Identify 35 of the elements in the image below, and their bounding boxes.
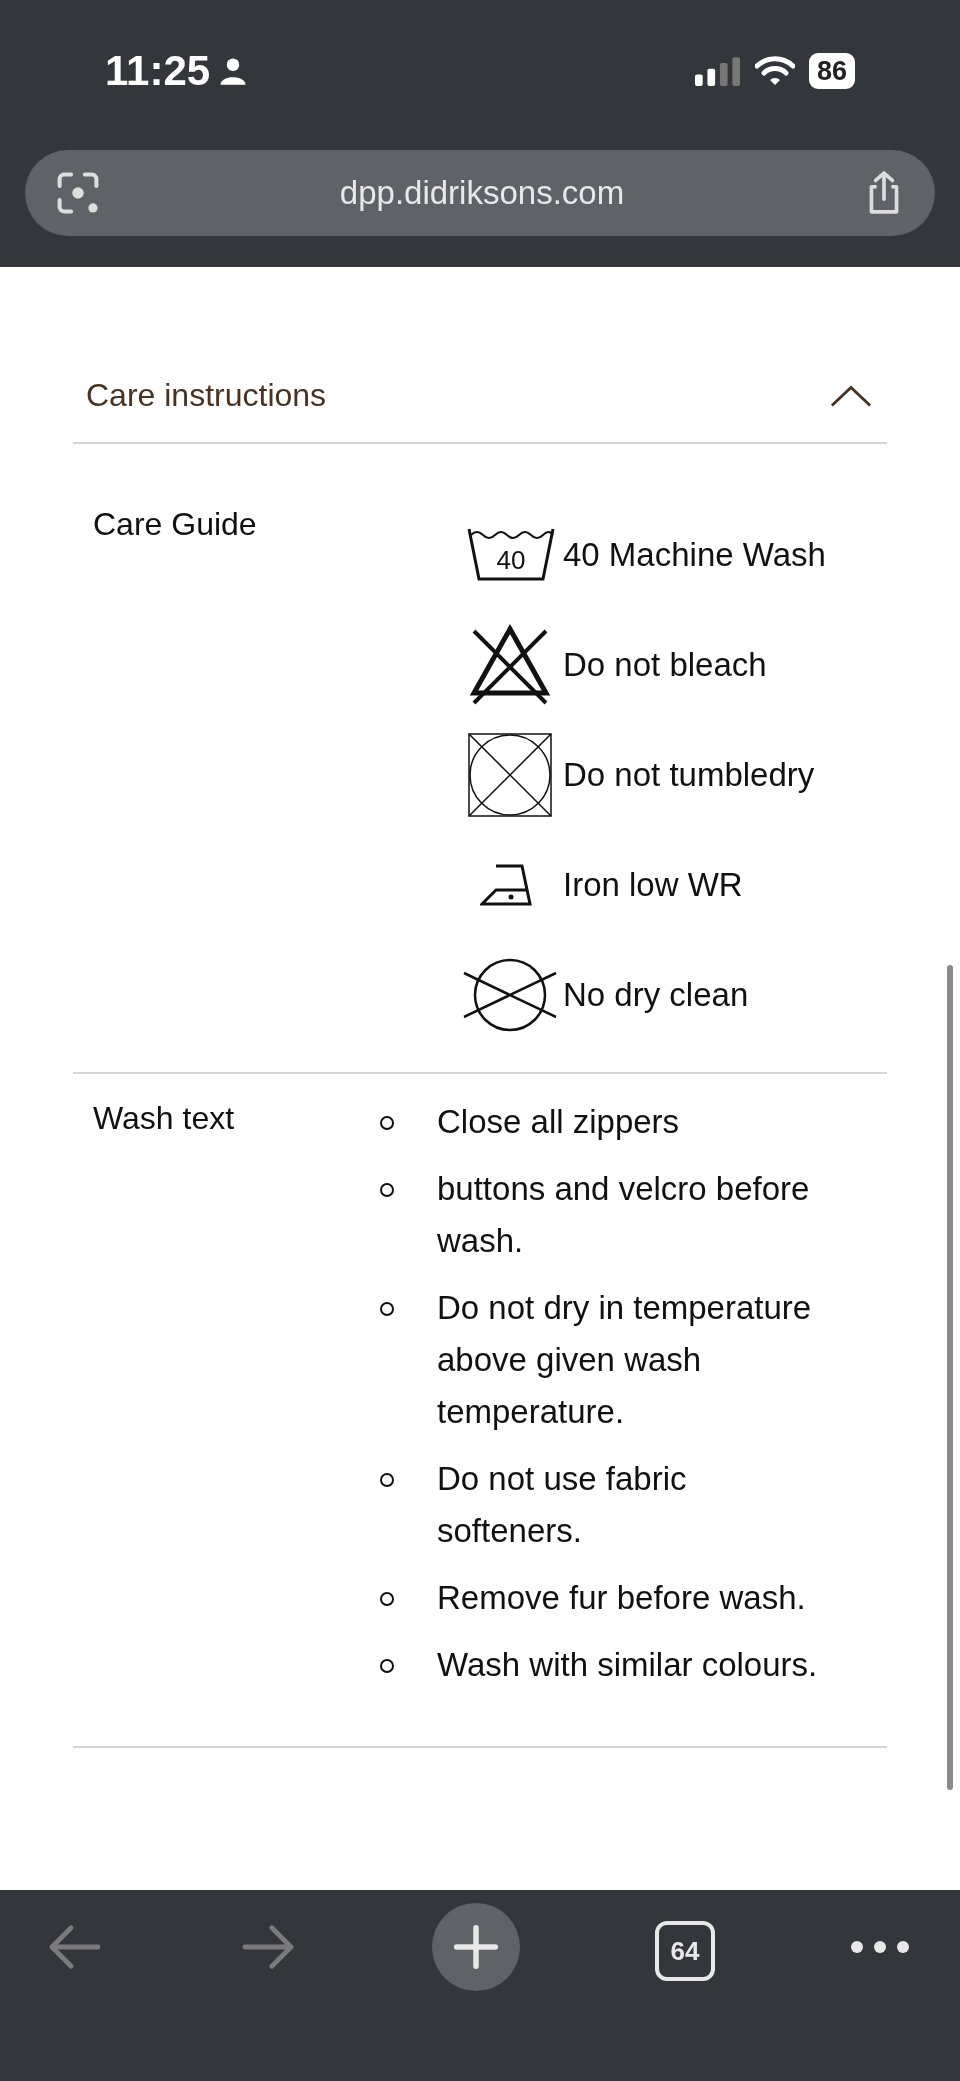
battery-indicator: 86 — [808, 53, 855, 89]
wash-instruction: Wash with similar colours. — [437, 1645, 819, 1685]
bullet-icon — [380, 1659, 394, 1673]
scrollbar[interactable] — [947, 965, 953, 1790]
care-label: Iron low WR — [562, 866, 743, 904]
tabs-button[interactable]: 64 — [655, 1921, 715, 1981]
care-label: 40 Machine Wash — [562, 536, 826, 574]
section-title[interactable]: Care instructions — [86, 377, 327, 414]
wash-instruction: Do not use fabric softeners. — [437, 1459, 688, 1551]
url-text: dpp.didriksons.com — [339, 174, 625, 212]
status-time: 11:25 — [105, 47, 211, 95]
bullet-icon — [380, 1183, 394, 1197]
bullet-icon — [380, 1592, 394, 1606]
plus-icon[interactable] — [453, 1924, 499, 1970]
crossed-circle-icon — [462, 958, 558, 1032]
care-label: Do not bleach — [562, 646, 767, 684]
crossed-tumble-dry-icon — [468, 733, 552, 817]
bullet-icon — [380, 1116, 394, 1130]
signal-icon — [694, 56, 741, 86]
wifi-icon — [754, 56, 795, 86]
care-label: No dry clean — [562, 976, 749, 1014]
chevron-icon[interactable] — [830, 383, 872, 408]
row-label: Wash text — [92, 1099, 236, 1138]
wash-instruction: Do not dry in temperature above given wash temperature. — [437, 1288, 813, 1432]
camera-search-icon[interactable] — [55, 170, 101, 216]
wash-instruction: Remove fur before wash. — [437, 1578, 807, 1618]
row-label: Care Guide — [92, 505, 258, 544]
crossed-triangle-icon — [468, 623, 552, 707]
care-label: Do not tumbledry — [562, 756, 815, 794]
address-bar[interactable]: dpp.didriksons.com — [25, 150, 935, 236]
bullet-icon — [380, 1302, 394, 1316]
wash-instruction: buttons and velcro before wash. — [437, 1169, 811, 1261]
more-icon[interactable] — [850, 1940, 910, 1954]
wash-instruction: Close all zippers — [437, 1102, 681, 1142]
bullet-icon — [380, 1473, 394, 1487]
